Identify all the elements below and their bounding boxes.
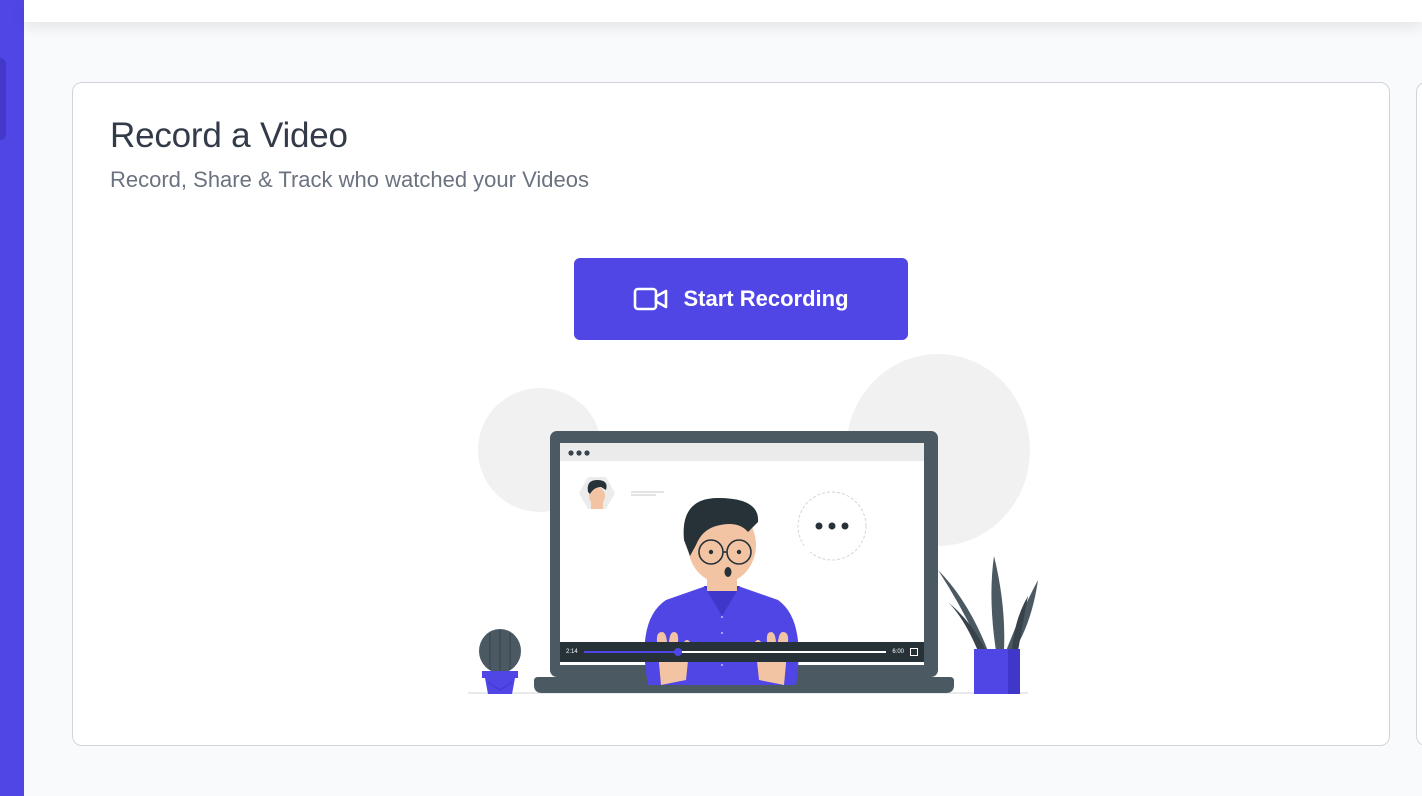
- sidebar-active-tab[interactable]: [0, 58, 6, 140]
- video-player-controls: 2:14 6:00: [560, 642, 924, 662]
- start-recording-label: Start Recording: [683, 286, 849, 311]
- player-elapsed-time: 2:14: [566, 649, 578, 655]
- sidebar: [0, 0, 24, 796]
- player-scrubber-handle[interactable]: [673, 648, 682, 656]
- next-card-edge: [1416, 82, 1422, 746]
- cactus-plant-icon: [479, 629, 521, 694]
- start-recording-button[interactable]: Start Recording: [574, 258, 908, 340]
- player-progress-track[interactable]: [583, 648, 887, 656]
- card-subtitle: Record, Share & Track who watched your V…: [110, 167, 589, 192]
- speech-bubble-icon: [797, 491, 867, 561]
- top-bar: [24, 0, 1422, 22]
- player-progress-fill: [583, 651, 678, 653]
- video-camera-icon: [634, 287, 668, 311]
- record-video-card: Record a Video Record, Share & Track who…: [72, 82, 1390, 746]
- fullscreen-icon[interactable]: [910, 648, 918, 656]
- player-total-time: 6:00: [892, 649, 904, 655]
- card-title: Record a Video: [110, 116, 348, 155]
